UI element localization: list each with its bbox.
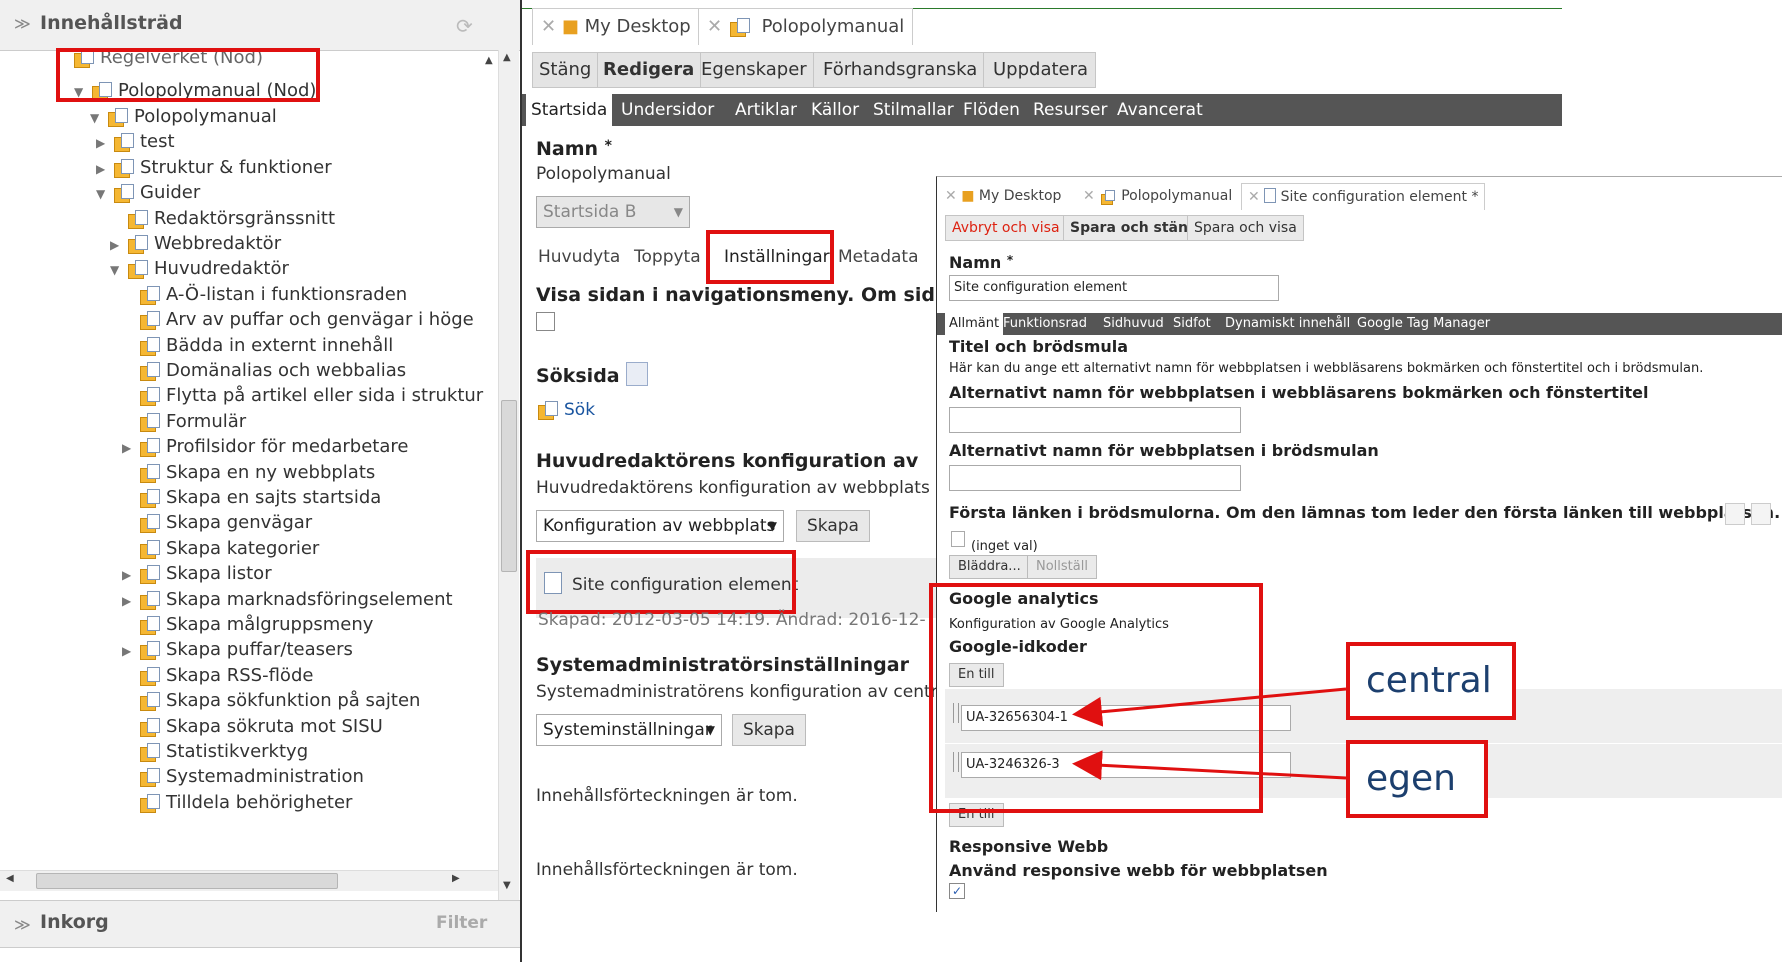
arrow-to-ga-id-1 — [1072, 687, 1347, 727]
arrow-to-ga-id-2 — [1072, 750, 1347, 781]
annotation-arrows — [1072, 687, 1347, 781]
